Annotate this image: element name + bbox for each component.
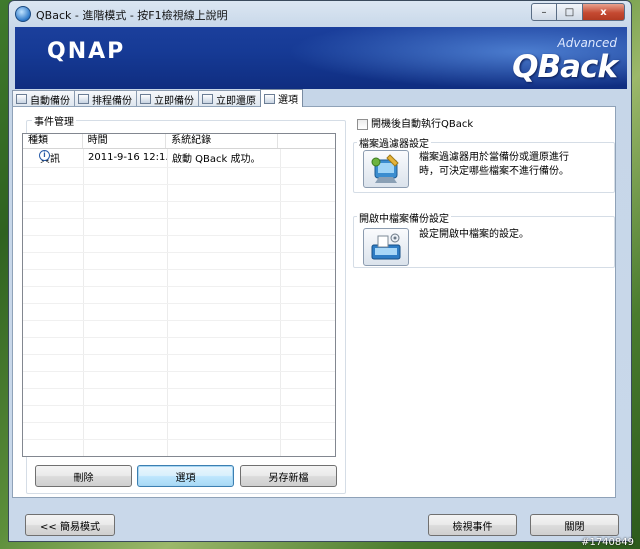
save-as-button[interactable]: 另存新檔 [240, 465, 337, 487]
autostart-checkbox[interactable] [357, 119, 368, 130]
column-log[interactable]: 系統紀錄 [166, 134, 279, 148]
tab-restore-now[interactable]: 立即還原 [198, 90, 261, 107]
restore-now-icon [202, 94, 213, 104]
watermark: #1740849 [581, 537, 634, 548]
filter-description-1: 檔案過濾器用於當備份或還原進行 [419, 152, 569, 163]
tab-schedule-backup[interactable]: 排程備份 [74, 90, 137, 107]
view-events-button[interactable]: 檢視事件 [428, 514, 517, 536]
open-file-description: 設定開啟中檔案的設定。 [419, 229, 529, 240]
filter-description-2: 時，可決定哪些檔案不進行備份。 [419, 166, 569, 177]
qnap-logo: QNAP [47, 39, 126, 64]
minimize-button[interactable]: – [531, 3, 557, 21]
close-button[interactable]: 關閉 [530, 514, 619, 536]
tab-bar: 自動備份 排程備份 立即備份 立即還原 選項 [12, 89, 303, 107]
delete-button[interactable]: 刪除 [35, 465, 132, 487]
event-group-title: 事件管理 [32, 113, 76, 128]
tab-auto-backup[interactable]: 自動備份 [12, 90, 75, 107]
event-list-header: 種類 時間 系統紀錄 [23, 134, 335, 149]
header-banner: QNAP Advanced QBack [15, 27, 627, 89]
column-type[interactable]: 種類 [23, 134, 83, 148]
qback-logo: QBack [512, 49, 618, 85]
event-options-button[interactable]: 選項 [137, 465, 234, 487]
backup-now-icon [140, 94, 151, 104]
close-window-button[interactable]: x [583, 3, 625, 21]
window-title: QBack - 進階模式 - 按F1檢視線上說明 [36, 9, 228, 22]
qback-app-icon [15, 6, 31, 22]
info-icon: i [39, 150, 50, 161]
schedule-icon [78, 94, 89, 104]
open-file-backup-button[interactable] [363, 228, 409, 266]
tab-backup-now[interactable]: 立即備份 [136, 90, 199, 107]
file-filter-button[interactable] [363, 150, 409, 188]
file-filter-icon [371, 154, 399, 183]
auto-backup-icon [16, 94, 27, 104]
column-time[interactable]: 時間 [83, 134, 167, 148]
table-row[interactable]: 資訊 2011-9-16 12:1... 啟動 QBack 成功。 [23, 149, 335, 166]
options-icon [264, 93, 275, 104]
simple-mode-button[interactable]: << 簡易模式 [25, 514, 115, 536]
filter-group-title: 檔案過濾器設定 [357, 135, 431, 150]
title-bar[interactable]: QBack - 進階模式 - 按F1檢視線上說明 – □ x [9, 1, 631, 27]
maximize-button[interactable]: □ [557, 3, 583, 21]
autostart-label[interactable]: 開機後自動執行QBack [371, 117, 473, 132]
open-file-backup-icon [371, 233, 401, 260]
advanced-label: Advanced [557, 36, 617, 50]
event-log: 啟動 QBack 成功。 [172, 154, 261, 165]
event-type: 資訊 [40, 154, 60, 165]
tab-options[interactable]: 選項 [260, 89, 303, 107]
event-list[interactable]: 種類 時間 系統紀錄 資訊 2011-9-16 12:1... 啟動 QBack… [22, 133, 336, 457]
event-time: 2011-9-16 12:1... [88, 152, 167, 163]
open-file-group-title: 開啟中檔案備份設定 [357, 210, 451, 225]
